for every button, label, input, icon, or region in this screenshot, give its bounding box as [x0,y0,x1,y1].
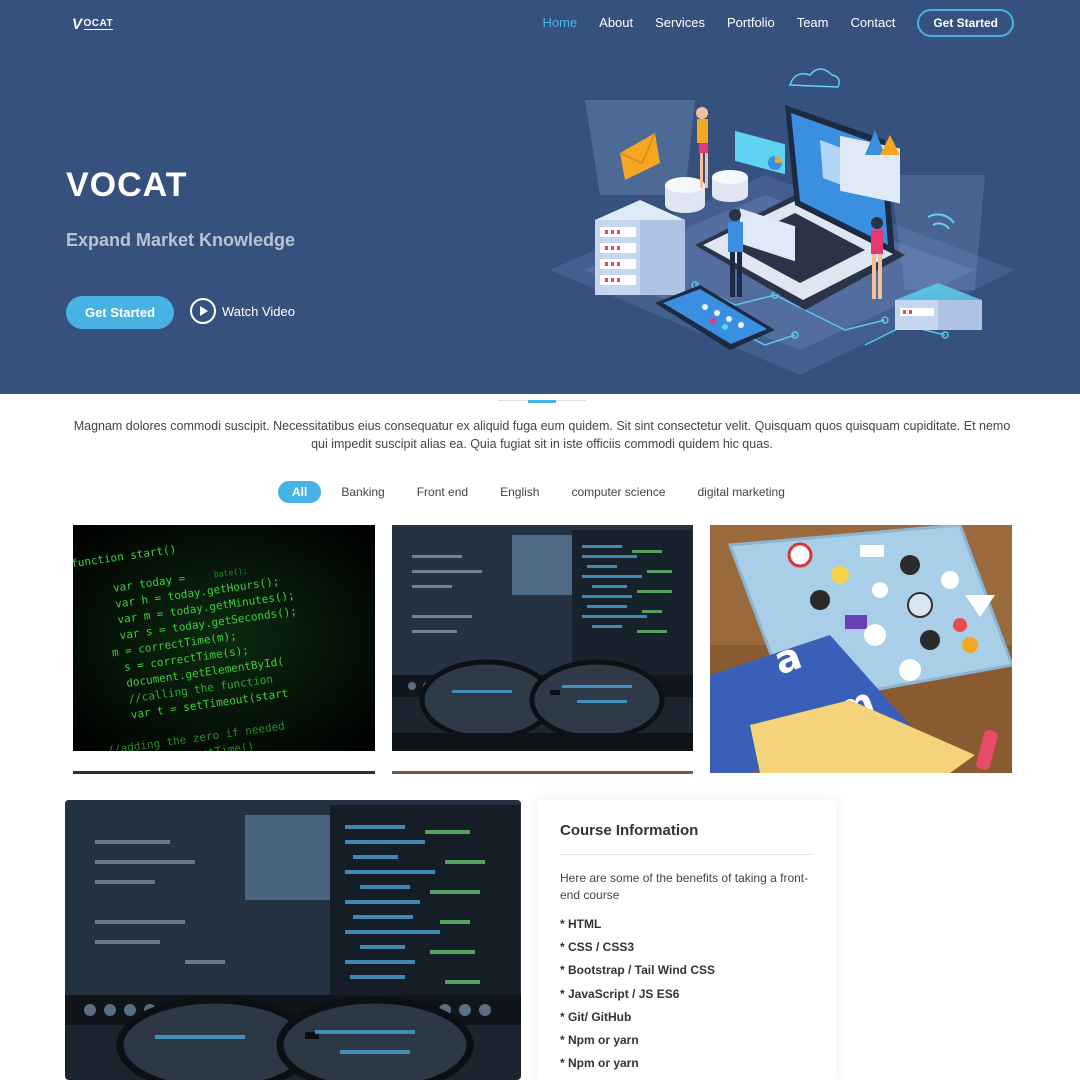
course-topic: * Npm or yarn [560,1056,639,1071]
monitor-glasses-large-image [65,800,521,1080]
intro-paragraph: Magnam dolores commodi suscipit. Necessi… [73,419,1011,451]
hero-illustration [550,68,1015,375]
portfolio-filters: All Banking Front end English computer s… [278,481,807,503]
course-info-divider [560,854,814,855]
course-info-title: Course Information [560,822,699,839]
portfolio-item-partial-1 [73,771,375,774]
nav-get-started-button[interactable]: Get Started [917,9,1014,37]
course-info-card: Course Information Here are some of the … [538,800,836,1080]
filter-all[interactable]: All [278,481,322,503]
portfolio-item-stickers[interactable]: a m [710,525,1012,773]
monitor-glasses-image [392,525,693,751]
hero-subtitle: Expand Market Knowledge [66,230,296,250]
code-image: function start() var today = Date(); var… [73,525,375,751]
portfolio-item-code[interactable]: function start() var today = Date(); var… [73,525,375,751]
main-nav: Home About Services Portfolio Team Conta… [520,9,1014,37]
hero-title: VOCAT [66,166,188,204]
laptop-stickers-image: a m [710,525,1012,773]
filter-computer-science[interactable]: computer science [561,481,675,503]
course-info-description: Here are some of the benefits of taking … [560,871,809,902]
hero-section: V OCAT Home About Services Portfolio Team… [0,0,1080,394]
play-icon [190,298,216,324]
nav-home[interactable]: Home [542,9,577,37]
portfolio-item-monitor[interactable] [392,525,693,751]
nav-team[interactable]: Team [797,9,829,37]
course-topic: * CSS / CSS3 [560,940,635,955]
filter-banking[interactable]: Banking [331,481,394,503]
filter-front-end[interactable]: Front end [407,481,478,503]
course-topic: * Git/ GitHub [560,1009,632,1024]
nav-portfolio[interactable]: Portfolio [727,9,775,37]
watch-video-label: Watch Video [222,303,295,319]
course-topic: * Bootstrap / Tail Wind CSS [560,963,716,978]
filter-english[interactable]: English [490,481,549,503]
nav-about[interactable]: About [599,9,633,37]
nav-services[interactable]: Services [655,9,705,37]
brand-logo[interactable]: V OCAT [71,16,114,33]
filter-digital-marketing[interactable]: digital marketing [688,481,795,503]
course-topic: * Npm or yarn [560,1032,639,1047]
watch-video-link[interactable]: Watch Video [190,298,295,324]
portfolio-item-partial-2 [392,771,693,774]
section-divider-accent [528,400,556,403]
hero-get-started-button[interactable]: Get Started [66,296,174,329]
nav-contact[interactable]: Contact [851,9,896,37]
course-topic: * JavaScript / JS ES6 [560,986,680,1001]
course-topics-list: * HTML * CSS / CSS3 * Bootstrap / Tail W… [560,916,814,1078]
course-image [65,800,521,1080]
course-topic: * HTML [560,917,602,931]
